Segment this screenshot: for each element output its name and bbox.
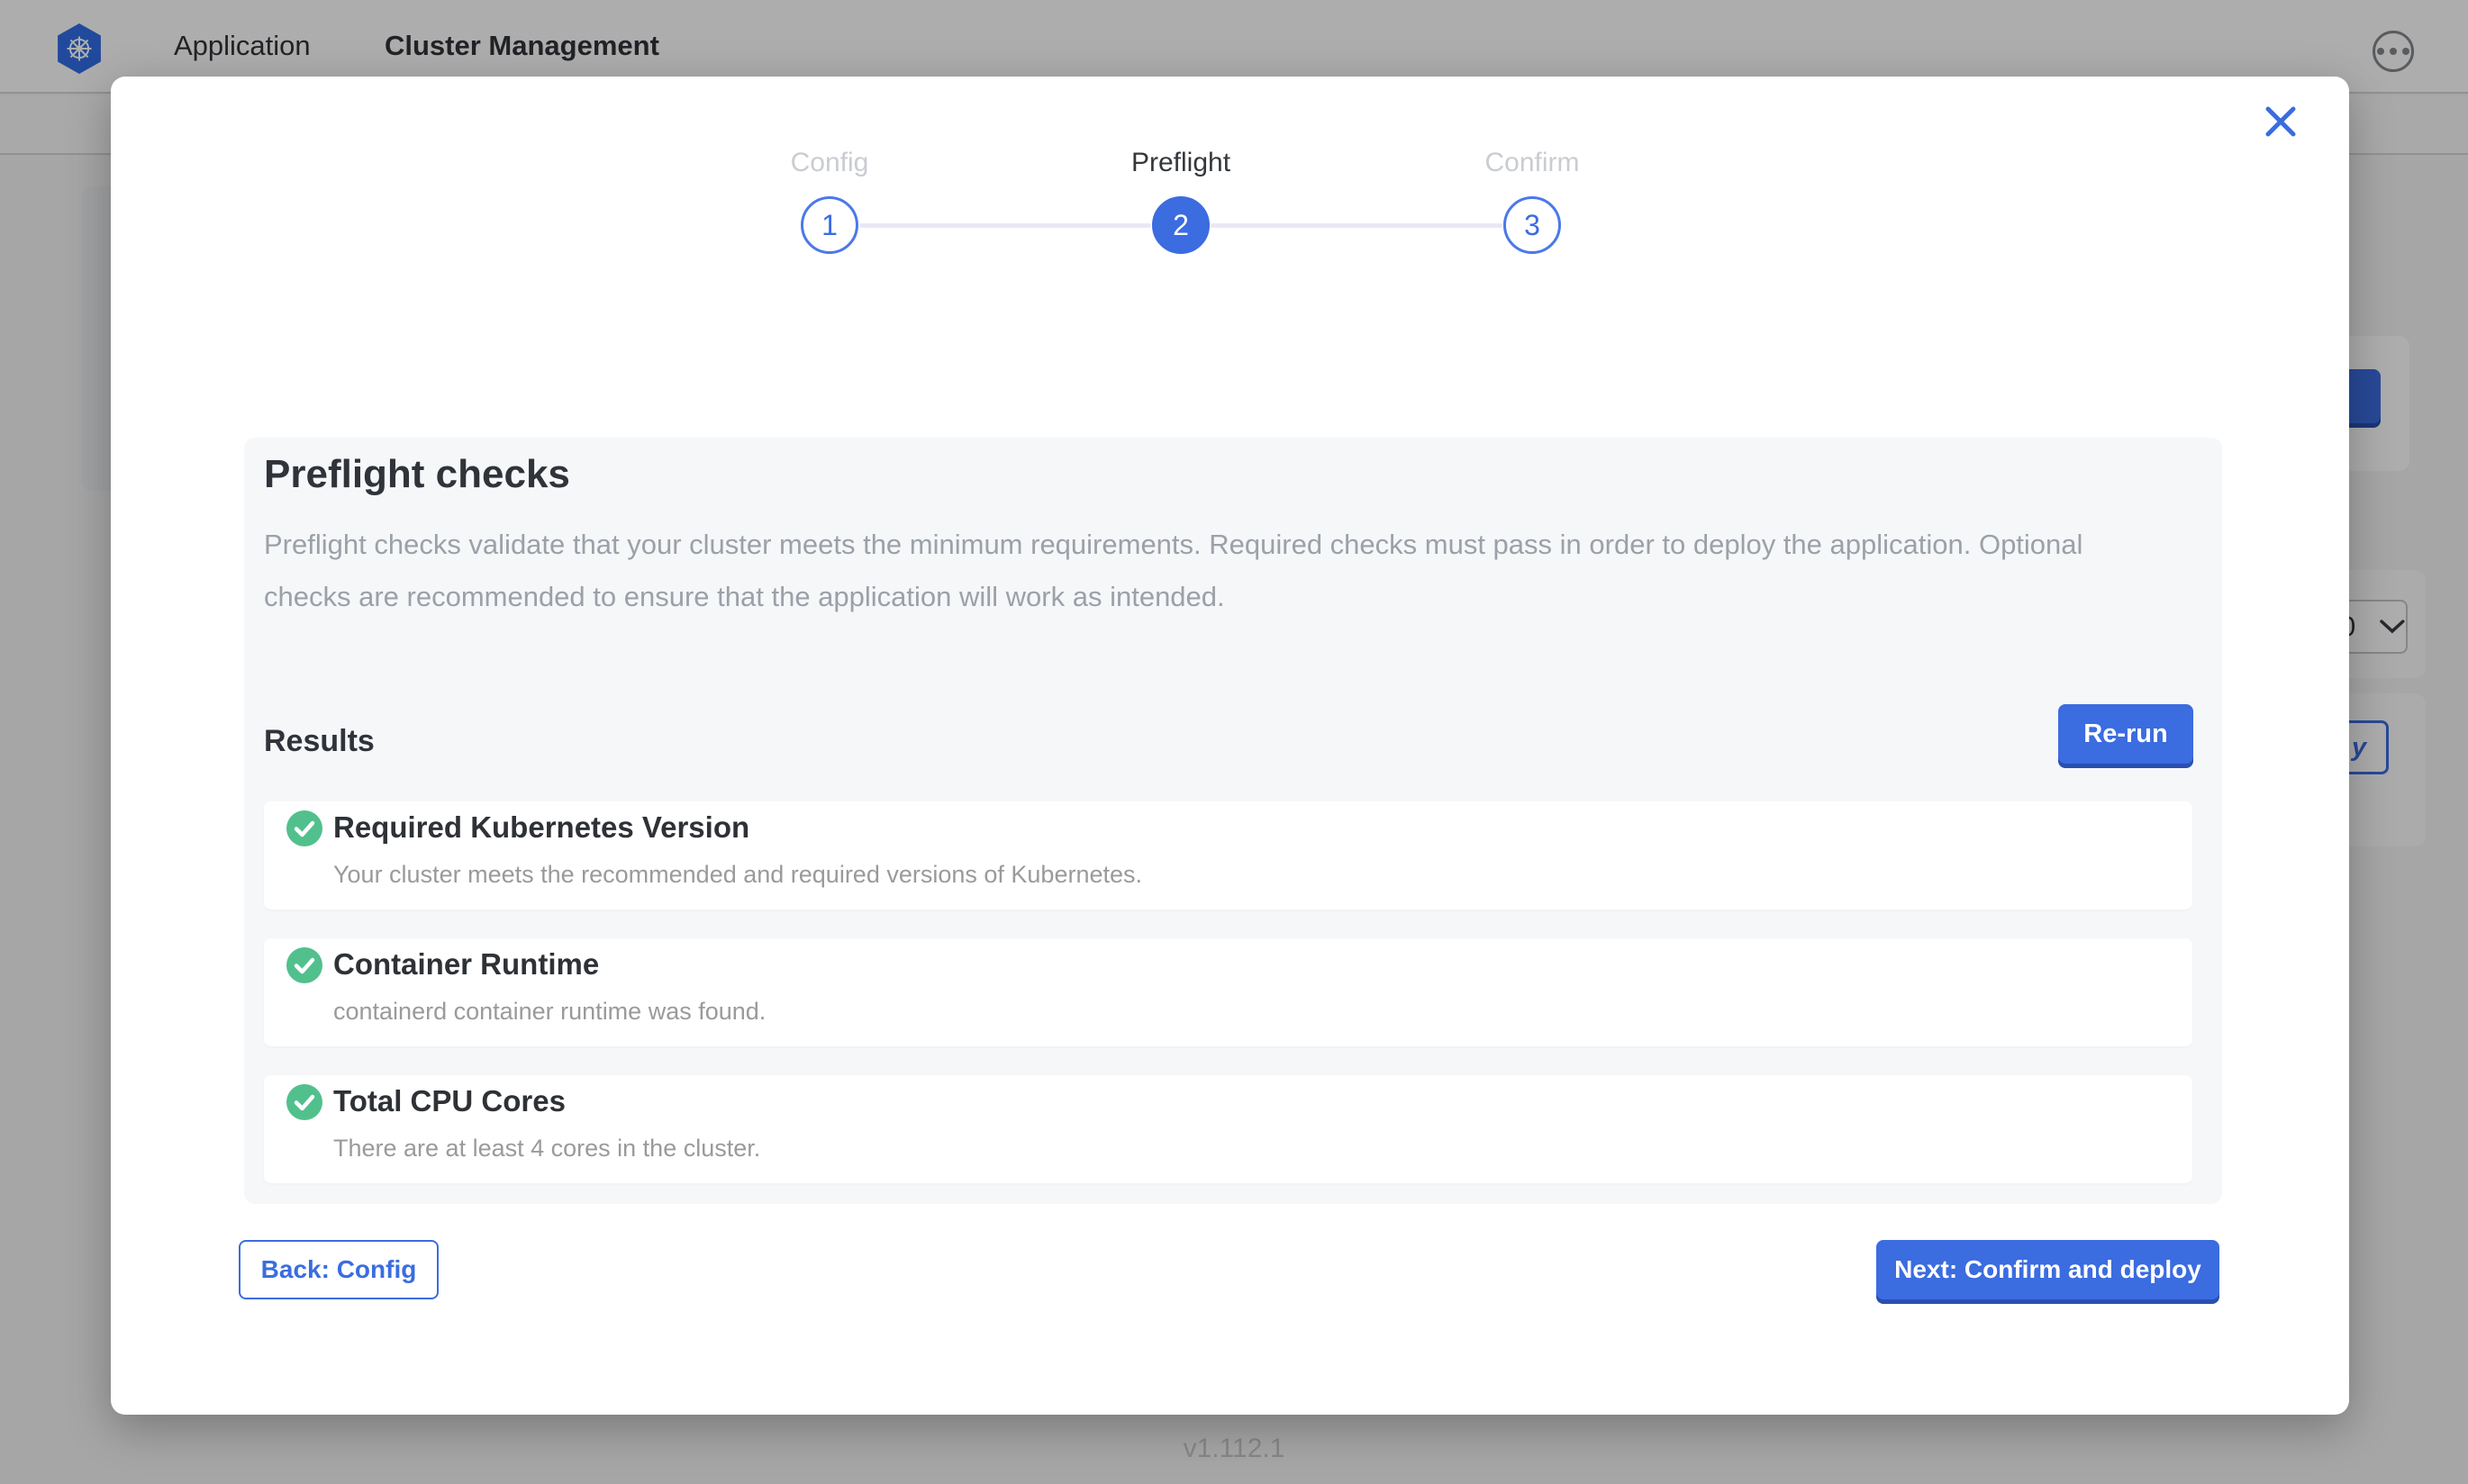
close-icon — [2264, 104, 2298, 139]
back-button[interactable]: Back: Config — [239, 1240, 439, 1299]
step-circle[interactable]: 2 — [1152, 196, 1210, 254]
check-title: Required Kubernetes Version — [333, 810, 749, 845]
panel-description: Preflight checks validate that your clus… — [264, 519, 2173, 623]
close-button[interactable] — [2259, 100, 2302, 143]
preflight-modal: Config 1 Preflight 2 Confirm 3 Preflight… — [111, 77, 2349, 1415]
results-heading: Results — [264, 724, 375, 759]
check-pass-icon — [286, 947, 322, 983]
step-confirm: Confirm 3 — [1356, 147, 1708, 254]
step-connector — [1211, 223, 1502, 228]
step-circle[interactable]: 3 — [1503, 196, 1561, 254]
step-label: Config — [791, 147, 869, 179]
panel-title: Preflight checks — [264, 452, 570, 497]
check-pass-icon — [286, 810, 322, 846]
check-item: Required Kubernetes Version Your cluster… — [264, 801, 2192, 909]
step-circle[interactable]: 1 — [801, 196, 858, 254]
screen: Application Cluster Management 0 y v1.11… — [0, 0, 2468, 1484]
step-label: Preflight — [1131, 147, 1230, 179]
check-description: There are at least 4 cores in the cluste… — [333, 1135, 760, 1163]
step-label: Confirm — [1484, 147, 1579, 179]
check-title: Container Runtime — [333, 947, 599, 982]
check-item: Container Runtime containerd container r… — [264, 938, 2192, 1046]
check-description: Your cluster meets the recommended and r… — [333, 861, 1142, 889]
step-config: Config 1 — [654, 147, 1005, 254]
step-preflight: Preflight 2 — [1005, 147, 1356, 254]
next-button[interactable]: Next: Confirm and deploy — [1876, 1240, 2219, 1299]
wizard-stepper: Config 1 Preflight 2 Confirm 3 — [654, 147, 1708, 291]
check-title: Total CPU Cores — [333, 1084, 566, 1118]
preflight-panel: Preflight checks Preflight checks valida… — [244, 438, 2222, 1204]
rerun-button[interactable]: Re-run — [2058, 704, 2193, 764]
check-description: containerd container runtime was found. — [333, 998, 766, 1026]
check-item: Total CPU Cores There are at least 4 cor… — [264, 1075, 2192, 1183]
step-connector — [859, 223, 1151, 228]
check-pass-icon — [286, 1084, 322, 1120]
